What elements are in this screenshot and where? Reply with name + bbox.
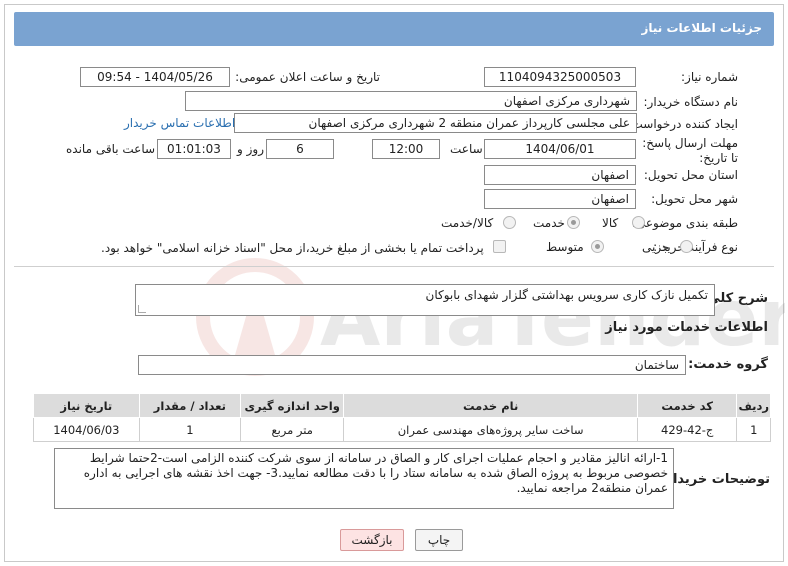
service-group-label: گروه خدمت:: [688, 357, 768, 372]
payment-note: پرداخت تمام یا بخشی از مبلغ خرید،از محل …: [101, 241, 484, 255]
province-label: استان محل تحویل:: [643, 168, 738, 182]
requester-field: علی مجلسی کارپرداز عمران منطقه 2 شهرداری…: [234, 113, 637, 133]
announce-field: 1404/05/26 - 09:54: [80, 67, 230, 87]
cell-row-number: 1: [736, 417, 771, 442]
cell-quantity: 1: [138, 417, 242, 442]
summary-field: تکمیل نازک کاری سرویس بهداشتی گلزار شهدا…: [135, 284, 715, 316]
col-header-date: تاریخ نیاز: [33, 393, 140, 418]
resize-grip-icon[interactable]: [138, 305, 146, 313]
divider: [14, 266, 774, 267]
days-label: روز و: [237, 142, 264, 156]
process-option-medium: متوسط: [546, 240, 584, 254]
process-radio-minor[interactable]: [680, 240, 693, 253]
buyer-org-field: شهرداری مرکزی اصفهان: [185, 91, 637, 111]
table-row: 1 ج-42-429 ساخت سایر پروژه‌های مهندسی عم…: [33, 417, 771, 442]
category-radio-service[interactable]: [567, 216, 580, 229]
services-section-title: اطلاعات خدمات مورد نیاز: [605, 320, 768, 335]
category-option-service: خدمت: [533, 216, 565, 230]
category-option-goods: کالا: [602, 216, 619, 230]
table-header-row: ردیف کد خدمت نام خدمت واحد اندازه گیری ت…: [33, 393, 771, 418]
process-radio-medium[interactable]: [591, 240, 604, 253]
header-bar: جزئیات اطلاعات نیاز: [14, 12, 774, 46]
requester-label: ایجاد کننده درخواست:: [627, 117, 738, 131]
process-option-minor: جزیی: [642, 240, 670, 254]
need-number-field: 1104094325000503: [484, 67, 636, 87]
province-field: اصفهان: [484, 165, 636, 185]
buyer-org-label: نام دستگاه خریدار:: [643, 95, 739, 109]
city-label: شهر محل تحویل:: [651, 192, 738, 206]
page-title: جزئیات اطلاعات نیاز: [641, 21, 762, 35]
category-radio-goods[interactable]: [632, 216, 645, 229]
col-header-unit: واحد اندازه گیری: [240, 393, 345, 418]
need-number-label: شماره نیاز:: [681, 70, 738, 84]
cell-service-code: ج-42-429: [636, 417, 738, 442]
announce-label: تاریخ و ساعت اعلان عمومی:: [235, 70, 380, 84]
category-option-goods-service: کالا/خدمت: [441, 216, 494, 230]
deadline-time-label: ساعت: [450, 142, 483, 156]
deadline-label: مهلت ارسال پاسخ: تا تاریخ:: [642, 136, 738, 165]
summary-text: تکمیل نازک کاری سرویس بهداشتی گلزار شهدا…: [425, 288, 708, 302]
deadline-date-field: 1404/06/01: [484, 139, 636, 159]
category-radio-goods-service[interactable]: [503, 216, 516, 229]
print-button[interactable]: چاپ: [415, 529, 463, 551]
col-header-name: نام خدمت: [343, 393, 638, 418]
days-remaining-field: 6: [266, 139, 334, 159]
category-label: طبقه بندی موضوعی:: [631, 216, 738, 230]
col-header-code: کد خدمت: [636, 393, 738, 418]
buyer-notes-label: توضیحات خریدار:: [660, 472, 770, 487]
back-button[interactable]: بازگشت: [340, 529, 404, 551]
col-header-row: ردیف: [736, 393, 771, 418]
treasury-payment-checkbox[interactable]: [493, 240, 506, 253]
cell-service-name: ساخت سایر پروژه‌های مهندسی عمران: [343, 417, 638, 442]
buyer-notes-field: 1-ارائه انالیز مقادیر و احجام عملیات اجر…: [54, 448, 674, 509]
remaining-time-label: ساعت باقی مانده: [66, 142, 156, 156]
city-field: اصفهان: [484, 189, 636, 209]
cell-need-date: 1404/06/03: [33, 417, 140, 442]
remaining-time-field: 01:01:03: [157, 139, 231, 159]
cell-unit: متر مربع: [240, 417, 345, 442]
contact-info-link[interactable]: اطلاعات تماس خریدار: [124, 116, 235, 130]
service-group-field: ساختمان: [138, 355, 686, 375]
services-table: ردیف کد خدمت نام خدمت واحد اندازه گیری ت…: [33, 393, 771, 442]
col-header-qty: تعداد / مقدار: [138, 393, 242, 418]
deadline-time-field: 12:00: [372, 139, 440, 159]
